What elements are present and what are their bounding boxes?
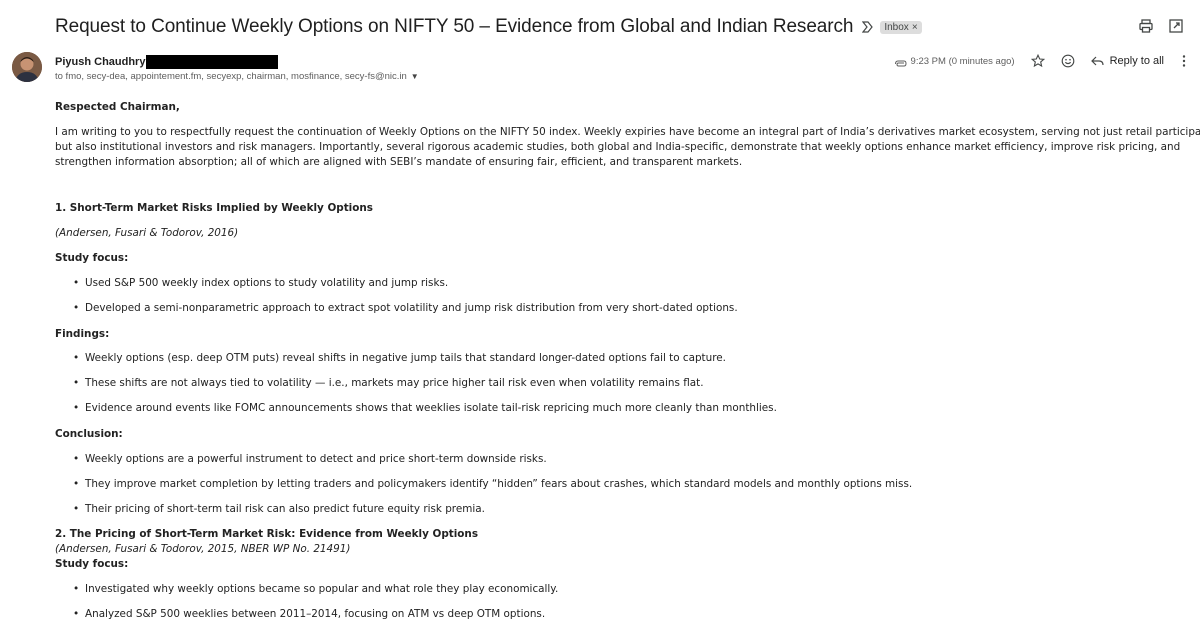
- salutation: Respected Chairman,: [55, 101, 180, 113]
- section1-citation: (Andersen, Fusari & Todorov, 2016): [55, 227, 239, 239]
- email-subject: Request to Continue Weekly Options on NI…: [55, 16, 854, 37]
- section1-conclusion-label: Conclusion:: [55, 428, 123, 440]
- inbox-label-chip[interactable]: Inbox ×: [880, 20, 922, 34]
- reply-all-label: Reply to all: [1109, 55, 1164, 67]
- intro-line-3: strengthen information absorption; all o…: [55, 156, 743, 168]
- redacted-email-address: [146, 55, 279, 69]
- star-icon[interactable]: [1030, 53, 1045, 68]
- list-item: Analyzed S&P 500 weeklies between 2011–2…: [73, 608, 545, 620]
- section2-citation: (Andersen, Fusari & Todorov, 2015, NBER …: [55, 543, 351, 555]
- open-in-new-window-icon[interactable]: [1168, 18, 1184, 34]
- avatar[interactable]: [12, 52, 42, 82]
- attachment-icon: [894, 56, 907, 67]
- list-item: They improve market completion by lettin…: [73, 478, 912, 490]
- print-icon[interactable]: [1138, 18, 1154, 34]
- list-item: Developed a semi-nonparametric approach …: [73, 302, 738, 314]
- emoji-react-icon[interactable]: [1061, 54, 1075, 68]
- section1-title: 1. Short-Term Market Risks Implied by We…: [55, 202, 373, 214]
- list-item: Weekly options (esp. deep OTM puts) reve…: [73, 352, 726, 364]
- sender-name[interactable]: Piyush Chaudhry: [55, 56, 145, 68]
- show-details-chevron-down-icon[interactable]: ▼: [411, 72, 419, 81]
- recipients-text: to fmo, secy-dea, appointement.fm, secye…: [55, 71, 407, 82]
- subject-bar: Request to Continue Weekly Options on NI…: [55, 14, 922, 40]
- section2-title: 2. The Pricing of Short-Term Market Risk…: [55, 528, 479, 540]
- list-item: Weekly options are a powerful instrument…: [73, 453, 547, 465]
- message-meta: 9:23 PM (0 minutes ago) Reply to all: [894, 53, 1186, 69]
- intro-line-1: I am writing to you to respectfully requ…: [55, 126, 1200, 138]
- top-actions: [1138, 18, 1184, 34]
- list-item: Their pricing of short-term tail risk ca…: [73, 503, 485, 515]
- message-time: 9:23 PM (0 minutes ago): [910, 55, 1015, 67]
- reply-all-icon: [1090, 56, 1104, 66]
- list-item: Investigated why weekly options became s…: [73, 583, 558, 595]
- list-item: Used S&P 500 weekly index options to stu…: [73, 277, 448, 289]
- label-text: Inbox: [884, 21, 909, 33]
- more-vertical-icon[interactable]: [1182, 54, 1186, 68]
- section1-study-focus-label: Study focus:: [55, 252, 129, 264]
- important-marker-icon[interactable]: [862, 20, 874, 34]
- list-item: Evidence around events like FOMC announc…: [73, 402, 777, 414]
- sender-line: Piyush Chaudhry: [55, 55, 279, 69]
- reply-all-button[interactable]: Reply to all: [1090, 55, 1164, 67]
- intro-line-2: but also institutional investors and ris…: [55, 141, 1181, 153]
- remove-label-icon[interactable]: ×: [912, 22, 918, 33]
- section1-findings-label: Findings:: [55, 328, 110, 340]
- recipients-line: to fmo, secy-dea, appointement.fm, secye…: [55, 71, 419, 82]
- list-item: These shifts are not always tied to vola…: [73, 377, 704, 389]
- section2-study-focus-label: Study focus:: [55, 558, 129, 570]
